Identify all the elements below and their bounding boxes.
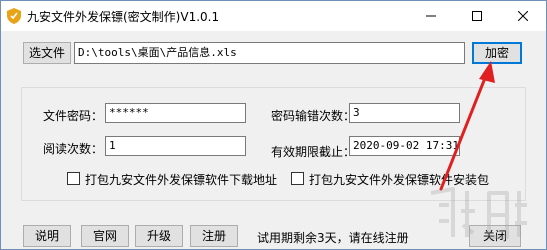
minimize-button[interactable] [408,1,454,31]
encrypt-button[interactable]: 加密 [472,42,522,64]
expiry-datetime-field[interactable]: 2020-09-02 17:31 [349,136,460,156]
title-bar[interactable]: 九安文件外发保镖(密文制作)V1.0.1 [1,1,546,31]
maximize-icon [472,10,482,24]
window-title: 九安文件外发保镖(密文制作)V1.0.1 [27,10,220,24]
read-count-field[interactable]: 1 [105,136,246,156]
upgrade-button[interactable]: 升级 [135,225,183,247]
password-field[interactable]: ****** [105,103,246,123]
read-count-label: 阅读次数： [43,142,104,156]
pack-download-checkbox[interactable] [67,172,80,185]
watermark-logo [430,187,527,239]
expiry-label: 有效期限截止： [271,145,356,159]
pack-installer-checkbox[interactable] [291,172,304,185]
help-button[interactable]: 说明 [23,225,71,247]
website-button[interactable]: 官网 [81,225,129,247]
minimize-icon [426,10,436,24]
register-button[interactable]: 注册 [190,225,238,247]
wrong-count-field[interactable]: 3 [349,103,460,123]
maximize-button[interactable] [454,1,500,31]
close-icon [517,10,529,24]
app-window: 九安文件外发保镖(密文制作)V1.0.1 选文件 D:\tools\桌面\产品信… [0,0,547,250]
close-window-button[interactable] [500,1,546,31]
file-path-field[interactable]: D:\tools\桌面\产品信息.xls [74,42,465,64]
password-label: 文件密码： [43,109,104,123]
wrong-count-label: 密码输错次数： [271,109,356,123]
select-file-button[interactable]: 选文件 [23,42,71,64]
shield-app-icon [7,8,21,24]
pack-download-label: 打包九安文件外发保镖软件下载地址 [85,173,278,187]
trial-status-text: 试用期剩余3天，请在线注册 [257,231,409,245]
